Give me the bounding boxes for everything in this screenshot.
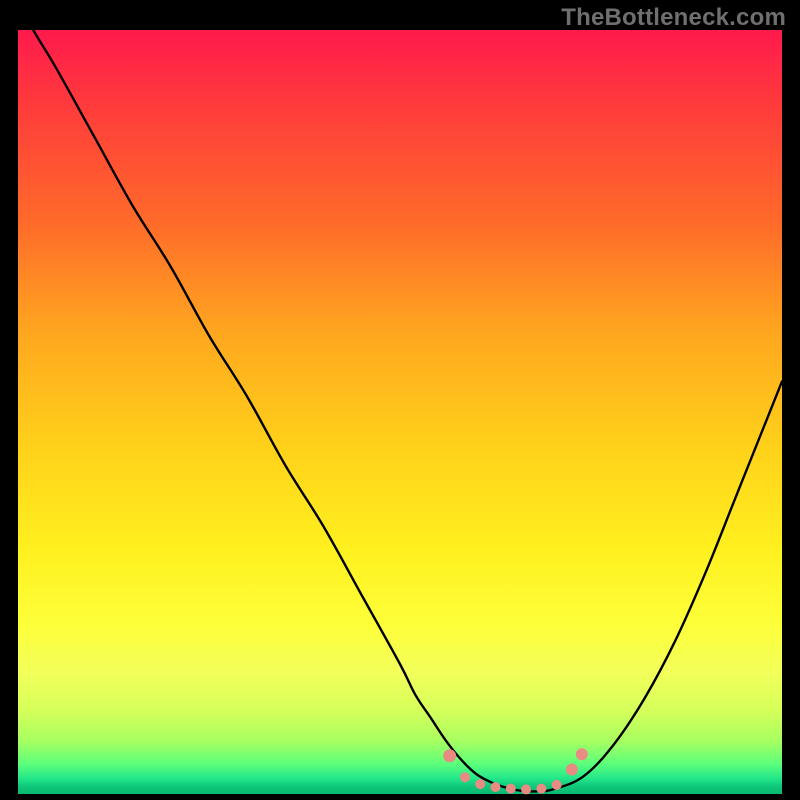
chart-frame [18, 30, 782, 794]
basin-dot-6 [536, 784, 546, 794]
basin-dot-4 [506, 784, 516, 794]
left-dot [443, 749, 456, 762]
chart-svg [18, 30, 782, 794]
bottleneck-curve [18, 0, 782, 791]
basin-dot-7 [552, 780, 562, 790]
right-dot-1 [566, 764, 578, 776]
basin-dot-1 [460, 772, 470, 782]
basin-dot-3 [491, 782, 501, 792]
basin-dot-5 [521, 784, 531, 794]
watermark-text: TheBottleneck.com [561, 4, 786, 32]
basin-dot-2 [475, 779, 485, 789]
right-dot-2 [576, 748, 588, 760]
marker-layer [443, 748, 588, 794]
